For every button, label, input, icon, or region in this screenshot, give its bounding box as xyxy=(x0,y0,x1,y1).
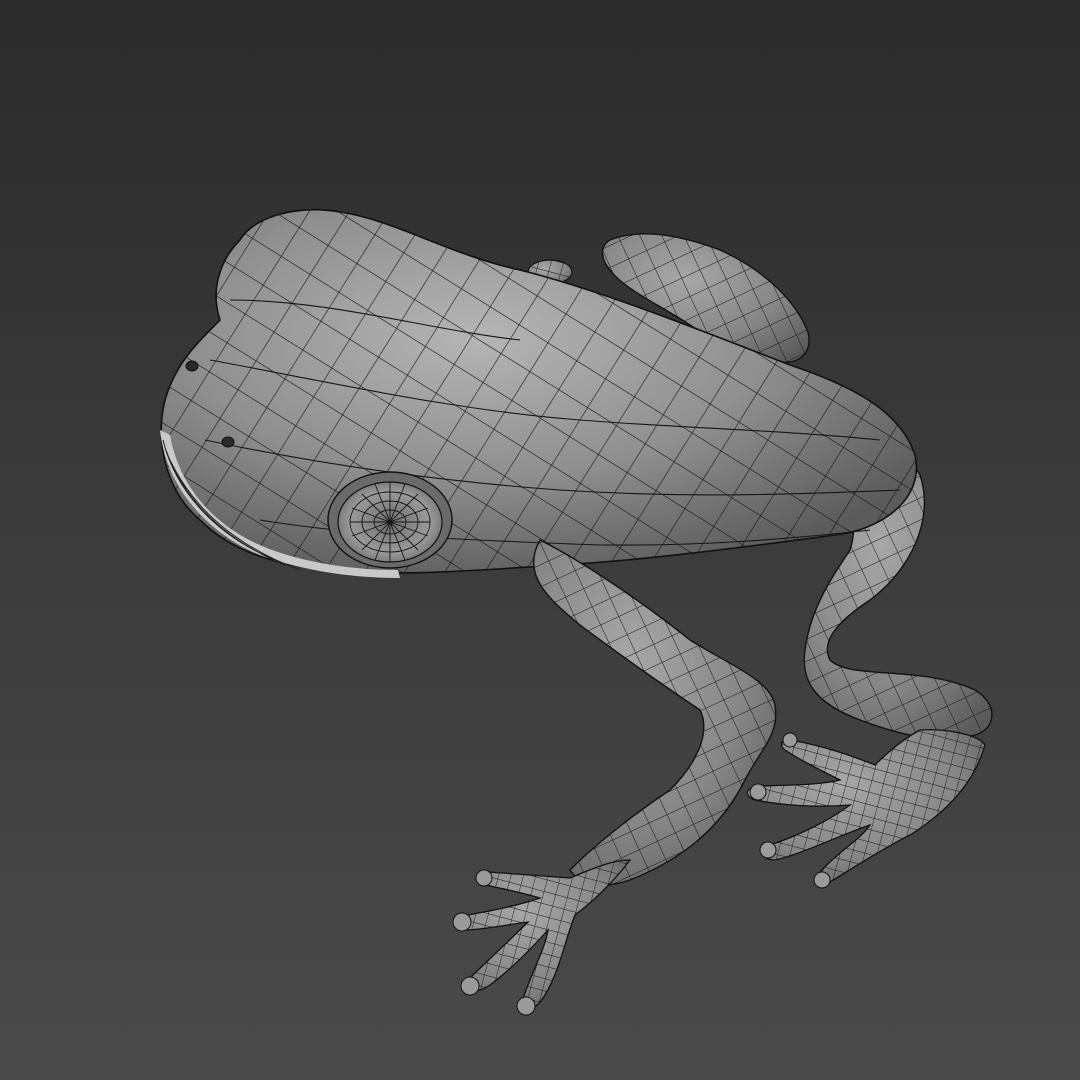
frog-model xyxy=(160,209,993,1016)
frog-mesh-render xyxy=(160,209,993,1016)
frog-eye xyxy=(327,471,453,569)
3d-viewport[interactable] xyxy=(0,0,1080,1080)
front-foot xyxy=(452,859,631,1016)
front-leg xyxy=(532,539,777,886)
hind-foot xyxy=(746,729,986,889)
